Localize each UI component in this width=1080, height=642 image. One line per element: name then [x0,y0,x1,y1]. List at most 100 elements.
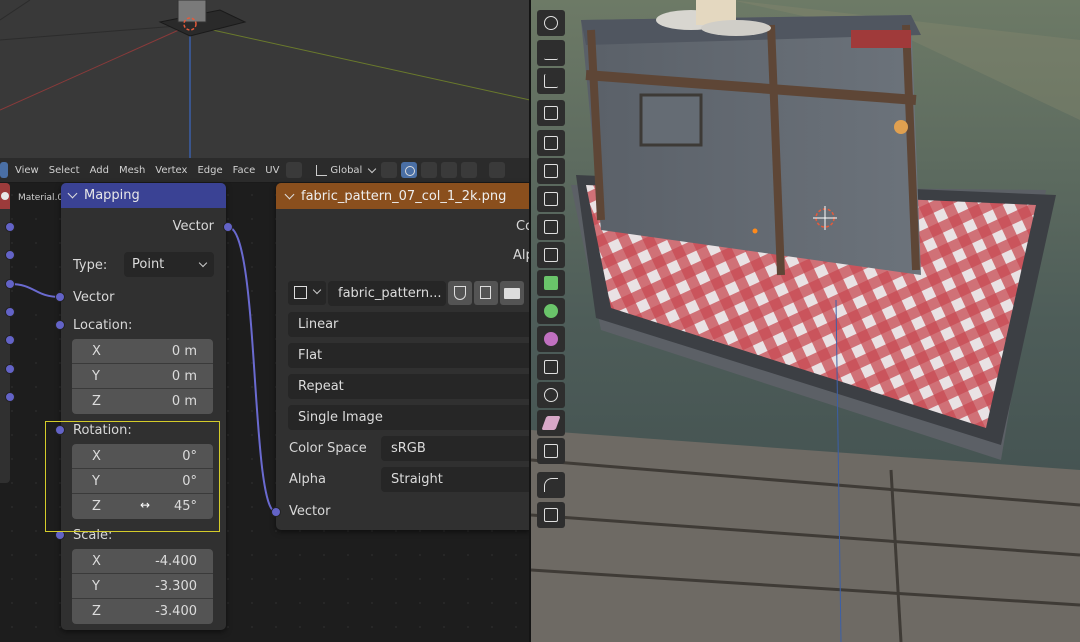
image-texture-node-header[interactable]: fabric_pattern_07_col_1_2k.png [276,183,530,209]
alpha-mode-dropdown[interactable]: Straight [381,467,530,492]
chevron-down-icon [312,285,322,295]
fake-user-button[interactable] [448,281,472,305]
type-dropdown[interactable]: Point [124,252,214,277]
axis-label: Z [92,499,101,514]
rotation-z-field[interactable]: Z ↔ 45° [72,494,213,519]
projection-dropdown[interactable]: Flat [288,343,530,368]
inset-icon [544,164,558,178]
socket[interactable] [5,279,15,289]
socket[interactable] [5,392,15,402]
duplicate-image-button[interactable] [474,281,498,305]
scene-render [531,0,1080,642]
color-space-dropdown[interactable]: sRGB [381,436,530,461]
rotation-input-socket[interactable] [55,425,65,435]
rotation-x-field[interactable]: X 0° [72,444,213,469]
tool-annotate[interactable] [537,40,565,66]
mapping-node[interactable]: Mapping Vector Type: Point Vector Locati… [61,183,226,630]
rotation-fields: X 0° Y 0° Z ↔ 45° [72,444,213,519]
open-image-button[interactable] [500,281,524,305]
axis-label: Y [92,473,100,489]
loop-cut-icon [544,220,558,234]
smooth-icon [544,332,558,346]
image-name-field[interactable]: fabric_pattern... [328,281,446,306]
color-output-label: Color [516,219,530,234]
location-label: Location: [73,318,133,333]
type-value: Point [132,257,165,272]
add-cube-icon [544,106,558,120]
tool-bevel[interactable] [537,186,565,212]
rip-icon [544,444,558,458]
scale-x-field[interactable]: X -4.400 [72,549,213,574]
axis-label: Y [92,578,100,594]
3d-viewport-render[interactable] [531,0,1080,642]
material-sphere-icon [1,192,9,200]
location-z-field[interactable]: Z 0 m [72,389,213,414]
blender-window: View Select Add Mesh Vertex Edge Face UV… [0,0,1080,642]
tool-extrude[interactable] [537,130,565,156]
image-texture-node[interactable]: fabric_pattern_07_col_1_2k.png Color Alp… [276,183,530,530]
tool-add-cube[interactable] [537,100,565,126]
rotation-label: Rotation: [73,423,132,438]
bevel-icon [544,192,558,206]
tool-spin[interactable] [537,298,565,324]
extrude-icon [544,136,558,150]
location-input-socket[interactable] [55,320,65,330]
scale-z-field[interactable]: Z -3.400 [72,599,213,624]
shield-icon [454,286,466,300]
source-dropdown[interactable]: Single Image [288,405,530,430]
scale-y-field[interactable]: Y -3.300 [72,574,213,599]
curve-icon [544,478,558,492]
socket[interactable] [5,364,15,374]
tool-smooth[interactable] [537,326,565,352]
location-fields: X 0 m Y 0 m Z 0 m [72,339,213,414]
tool-poly-build[interactable] [537,270,565,296]
socket[interactable] [5,222,15,232]
location-x-field[interactable]: X 0 m [72,339,213,364]
field-value: 0 m [171,368,197,384]
rotation-y-field[interactable]: Y 0° [72,469,213,494]
tool-knife[interactable] [537,242,565,268]
tool-shrink-fatten[interactable] [537,382,565,408]
image-browse-button[interactable] [288,281,326,305]
vector-output-socket[interactable] [223,222,233,232]
annotate-icon [544,46,558,60]
projection-value: Flat [298,348,323,363]
collapse-chevron-icon[interactable] [284,189,295,199]
socket[interactable] [5,307,15,317]
tool-shear[interactable] [537,410,565,436]
collapse-chevron-icon[interactable] [67,188,78,199]
scale-fields: X -4.400 Y -3.300 Z -3.400 [72,549,213,624]
tool-rip[interactable] [537,438,565,464]
interpolation-value: Linear [298,317,339,332]
poly-build-icon [544,276,558,290]
socket[interactable] [5,250,15,260]
left-editor: View Select Add Mesh Vertex Edge Face UV… [0,0,530,642]
tool-transform[interactable] [537,502,565,528]
tool-edge-slide[interactable] [537,354,565,380]
interpolation-dropdown[interactable]: Linear [288,312,530,337]
tool-shader-fx[interactable] [537,472,565,498]
tool-inset[interactable] [537,158,565,184]
field-value: -4.400 [155,553,197,569]
extension-dropdown[interactable]: Repeat [288,374,530,399]
transform-icon [544,508,558,522]
vector-input-label: Vector [289,504,331,519]
vector-input-label: Vector [73,290,115,305]
image-icon [294,286,307,299]
field-value: -3.400 [155,604,197,619]
mapping-node-title: Mapping [84,188,140,203]
scale-input-socket[interactable] [55,530,65,540]
location-y-field[interactable]: Y 0 m [72,364,213,389]
resize-cursor-icon: ↔ [140,498,151,512]
output-vector-label: Vector [172,219,214,234]
socket[interactable] [5,335,15,345]
tool-loop-cut[interactable] [537,214,565,240]
image-vector-input-socket[interactable] [271,507,281,517]
axis-label: Z [92,394,101,409]
color-space-label: Color Space [289,441,367,456]
mapping-node-header[interactable]: Mapping [61,183,226,208]
tool-cursor[interactable] [537,10,565,36]
tool-measure[interactable] [537,68,565,94]
vector-input-socket[interactable] [55,292,65,302]
image-texture-node-title: fabric_pattern_07_col_1_2k.png [301,188,507,204]
